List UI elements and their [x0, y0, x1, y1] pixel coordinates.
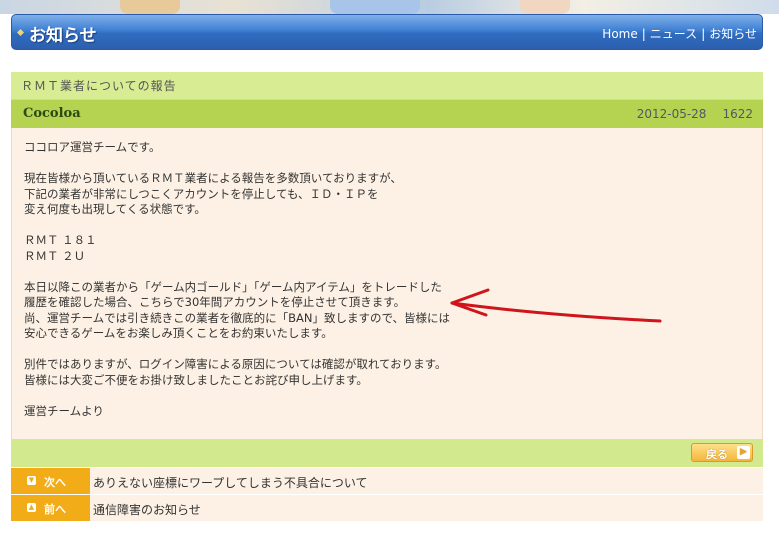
page-title: お知らせ — [29, 26, 97, 46]
section-header: お知らせ Home | ニュース | お知らせ — [11, 14, 763, 50]
article-views: 1622 — [722, 107, 753, 121]
chevron-right-icon: ▶ — [737, 446, 750, 459]
breadcrumb-home-link[interactable]: Home — [602, 27, 637, 41]
down-arrow-icon: ▼ — [27, 476, 36, 485]
diamond-icon — [16, 28, 25, 37]
article-body: ココロア運営チームです。 現在皆様から頂いているＲＭＴ業者による報告を多数頂いて… — [11, 128, 763, 439]
article-paragraph: 現在皆様から頂いているＲＭＴ業者による報告を多数頂いておりますが、 下記の業者が… — [24, 171, 402, 216]
artwork-detail — [520, 0, 570, 14]
breadcrumb: Home | ニュース | お知らせ — [602, 25, 757, 42]
artwork-detail — [330, 0, 420, 14]
article-title: ＲＭＴ業者についての報告 — [11, 72, 763, 100]
next-label-text: 次へ — [44, 476, 66, 489]
article-paragraph: 運営チームより — [24, 403, 104, 418]
article-meta-right: 2012-05-28 1622 — [637, 107, 753, 121]
article-footer: 戻る ▶ — [11, 439, 763, 467]
prev-article-row[interactable]: ▲ 前へ 通信障害のお知らせ — [11, 494, 763, 521]
banner-artwork — [0, 0, 779, 14]
prev-article-link[interactable]: 通信障害のお知らせ — [93, 501, 201, 518]
breadcrumb-notice-link[interactable]: お知らせ — [709, 27, 757, 41]
article-paragraph: 別件ではありますが、ログイン障害による原因については確認が取れております。 皆様… — [24, 357, 447, 387]
next-label: ▼ 次へ — [11, 468, 90, 494]
up-arrow-icon: ▲ — [27, 503, 36, 512]
article-author: Cocoloa — [23, 106, 81, 121]
artwork-detail — [120, 0, 180, 14]
prev-label: ▲ 前へ — [11, 495, 90, 521]
article-paragraph: 本日以降この業者から「ゲーム内ゴールド」「ゲーム内アイテム」をトレードした 履歴… — [24, 279, 451, 341]
back-button-label: 戻る — [706, 448, 728, 461]
breadcrumb-separator: | — [641, 27, 646, 41]
article-paragraph: ココロア運営チームです。 — [24, 140, 161, 154]
next-article-link[interactable]: ありえない座標にワープしてしまう不具合について — [93, 474, 368, 491]
news-article: ＲＭＴ業者についての報告 Cocoloa 2012-05-28 1622 ココロア… — [11, 72, 763, 521]
article-meta: Cocoloa 2012-05-28 1622 — [11, 100, 763, 128]
article-paragraph: ＲＭＴ １８１ ＲＭＴ ２Ｕ — [24, 233, 97, 263]
article-date: 2012-05-28 — [636, 107, 707, 121]
back-button[interactable]: 戻る ▶ — [691, 443, 753, 462]
next-article-row[interactable]: ▼ 次へ ありえない座標にワープしてしまう不具合について — [11, 467, 763, 494]
breadcrumb-news-link[interactable]: ニュース — [650, 27, 697, 41]
breadcrumb-separator: | — [701, 27, 706, 41]
prev-label-text: 前へ — [44, 503, 66, 516]
